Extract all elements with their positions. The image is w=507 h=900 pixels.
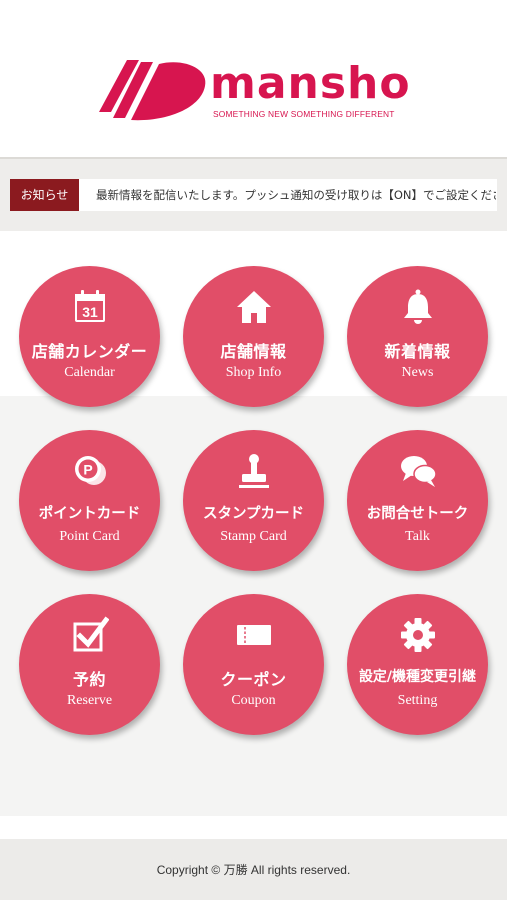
menu-label-jp: クーポン [220,670,287,689]
menu-shop-info-button[interactable]: 店舗情報 Shop Info [183,266,324,407]
menu-label-en: News [401,365,434,380]
menu-setting-button[interactable]: 設定/機種変更引継 Setting [347,594,488,735]
ticket-icon [236,625,271,645]
logo-wordmark: mansho [210,58,411,109]
notice-badge: お知らせ [10,179,79,211]
house-icon [236,291,271,323]
menu-label-jp: 設定/機種変更引継 [358,669,477,685]
menu-label-en: Talk [405,529,430,544]
menu-reserve-button[interactable]: 予約 Reserve [19,594,160,735]
menu-label-jp: 新着情報 [384,342,451,361]
menu-label-en: Coupon [231,693,276,708]
copyright-text: Copyright © 万勝 All rights reserved. [156,863,351,877]
notice-text: 最新情報を配信いたします。プッシュ通知の受け取りは【ON】でご設定ください。 [96,188,496,202]
stamp-icon [238,454,269,488]
menu-label-en: Setting [397,693,438,708]
menu-stamp-card-button[interactable]: スタンプカード Stamp Card [183,430,324,571]
menu-label-jp: ポイントカード [38,505,141,522]
menu-coupon-button[interactable]: クーポン Coupon [183,594,324,735]
menu-label-jp: 予約 [72,670,106,689]
menu-talk-button[interactable]: お問合せトーク Talk [347,430,488,571]
notice-bar: お知らせ 最新情報を配信いたします。プッシュ通知の受け取りは【ON】でご設定くだ… [0,157,507,231]
footer: Copyright © 万勝 All rights reserved. [0,839,507,900]
menu-label-jp: スタンプカード [202,505,305,522]
chat-bubbles-icon [400,456,437,487]
menu-label-en: Point Card [59,529,120,544]
point-coin-icon: P [74,456,106,485]
logo-tagline: SOMETHING NEW SOMETHING DIFFERENT [213,109,395,119]
menu-label-en: Shop Info [225,365,282,380]
logo-mark-icon [99,60,206,121]
menu-label-jp: お問合せトーク [366,505,469,522]
checkbox-icon [73,616,109,652]
bell-icon [403,289,432,324]
menu-label-en: Reserve [66,693,113,708]
notice-ticker[interactable]: お知らせ 最新情報を配信いたします。プッシュ通知の受け取りは【ON】でご設定くだ… [10,179,497,211]
menu-news-button[interactable]: 新着情報 News [347,266,488,407]
header: mansho SOMETHING NEW SOMETHING DIFFERENT [0,0,507,157]
menu-grid: 31 店舗カレンダー Calendar 店舗情報 Shop Info 新着情報 … [0,231,507,816]
point-coin-letter: P [83,462,92,478]
menu-label-jp: 店舗情報 [220,342,287,361]
menu-label-en: Calendar [64,365,115,380]
menu-label-jp: 店舗カレンダー [31,342,148,361]
menu-label-en: Stamp Card [220,529,287,544]
menu-point-card-button[interactable]: P ポイントカード Point Card [19,430,160,571]
gear-icon [400,618,435,652]
mansho-logo[interactable]: mansho SOMETHING NEW SOMETHING DIFFERENT [97,58,417,124]
calendar-icon: 31 [74,290,105,322]
calendar-icon-number: 31 [82,304,98,320]
menu-calendar-button[interactable]: 31 店舗カレンダー Calendar [19,266,160,407]
